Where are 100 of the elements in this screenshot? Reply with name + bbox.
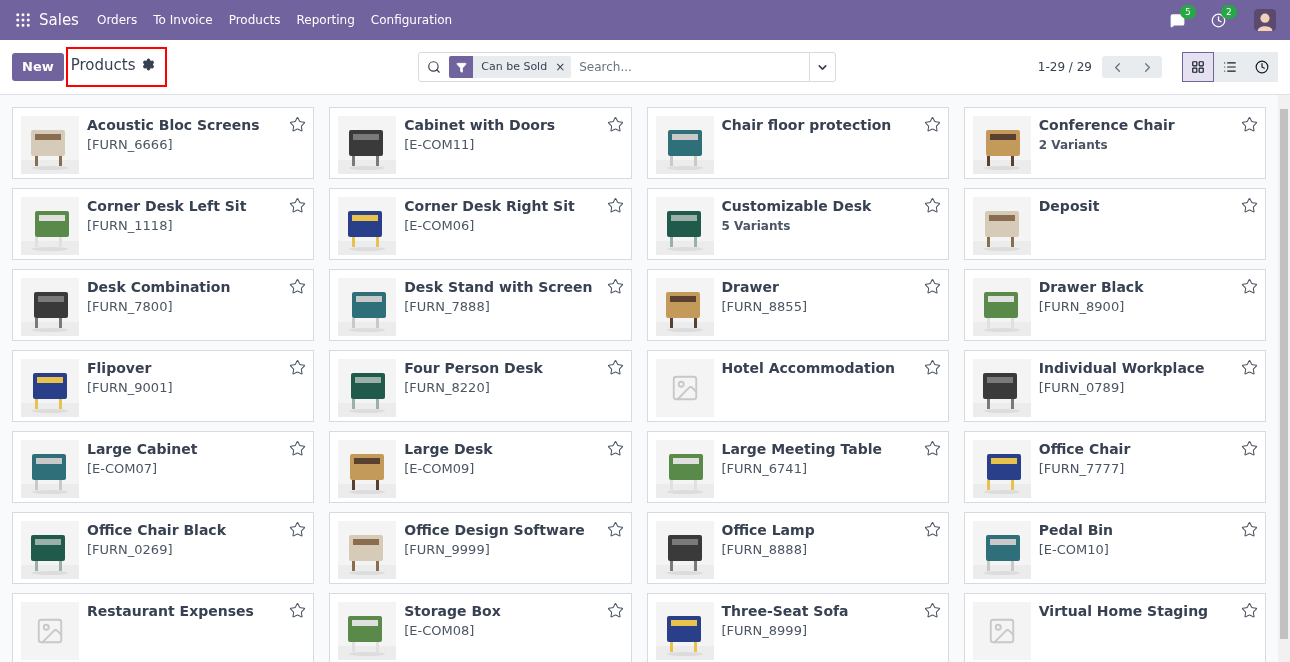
product-card[interactable]: Office Chair [FURN_7777]: [963, 431, 1266, 503]
product-card[interactable]: Deposit: [963, 188, 1266, 260]
product-reference: [E-COM07]: [87, 461, 159, 477]
search-bar[interactable]: Can be Sold × Search...: [418, 52, 837, 82]
star-icon[interactable]: [923, 359, 941, 376]
menu-item[interactable]: Orders: [96, 11, 138, 29]
product-name: Corner Desk Left Sit: [87, 197, 247, 215]
star-icon[interactable]: [606, 602, 624, 619]
app-name[interactable]: Sales: [39, 8, 79, 32]
product-card[interactable]: Cabinet with Doors [E-COM11]: [329, 107, 632, 179]
star-icon[interactable]: [606, 521, 624, 538]
remove-filter-button[interactable]: ×: [555, 58, 572, 76]
product-name: Acoustic Bloc Screens: [87, 116, 260, 134]
product-card[interactable]: Drawer [FURN_8855]: [646, 269, 949, 341]
star-icon[interactable]: [1241, 278, 1258, 295]
product-card[interactable]: Three-Seat Sofa [FURN_8999]: [646, 593, 949, 662]
activity-view-button[interactable]: [1246, 52, 1278, 82]
menu-item[interactable]: Products: [228, 11, 281, 29]
product-reference: [FURN_7888]: [404, 299, 491, 315]
star-icon[interactable]: [923, 197, 941, 214]
star-icon[interactable]: [923, 440, 941, 457]
product-card[interactable]: Corner Desk Right Sit [E-COM06]: [329, 188, 632, 260]
product-card[interactable]: Pedal Bin [E-COM10]: [963, 512, 1266, 584]
activity-icon: [1255, 60, 1269, 74]
menu-item[interactable]: To Invoice: [153, 11, 213, 29]
product-name: Conference Chair: [1038, 116, 1175, 134]
star-icon[interactable]: [1241, 359, 1258, 376]
product-name: Cabinet with Doors: [404, 116, 556, 134]
star-icon[interactable]: [923, 278, 941, 295]
product-reference: [FURN_7800]: [87, 299, 174, 315]
pager-value[interactable]: 1-29 / 29: [1037, 58, 1092, 76]
product-reference: [FURN_7777]: [1038, 461, 1126, 477]
product-card[interactable]: Desk Stand with Screen [FURN_7888]: [329, 269, 632, 341]
product-name: Large Cabinet: [87, 440, 198, 458]
product-card[interactable]: Large Meeting Table [FURN_6741]: [646, 431, 949, 503]
star-icon[interactable]: [1241, 116, 1258, 133]
kanban-view-button[interactable]: [1182, 52, 1214, 82]
activity-icon[interactable]: [1211, 12, 1226, 28]
search-input[interactable]: Search...: [571, 58, 810, 76]
product-card[interactable]: Office Chair Black [FURN_0269]: [12, 512, 315, 584]
product-reference: [FURN_8855]: [721, 299, 807, 315]
product-card[interactable]: Storage Box [E-COM08]: [329, 593, 632, 662]
product-name: Pedal Bin: [1038, 521, 1114, 539]
product-card[interactable]: Four Person Desk [FURN_8220]: [329, 350, 632, 422]
product-card[interactable]: Restaurant Expenses: [12, 593, 315, 662]
star-icon[interactable]: [1241, 521, 1258, 538]
product-card[interactable]: Hotel Accommodation: [646, 350, 949, 422]
product-card[interactable]: Flipover [FURN_9001]: [12, 350, 315, 422]
star-icon[interactable]: [606, 278, 624, 295]
product-card[interactable]: Desk Combination [FURN_7800]: [12, 269, 315, 341]
avatar-icon[interactable]: [1254, 9, 1276, 31]
star-icon[interactable]: [923, 521, 941, 538]
star-icon[interactable]: [606, 440, 624, 457]
product-card[interactable]: Individual Workplace [FURN_0789]: [963, 350, 1266, 422]
scrollbar[interactable]: [1278, 95, 1290, 662]
product-card[interactable]: Office Lamp [FURN_8888]: [646, 512, 949, 584]
product-card[interactable]: Large Desk [E-COM09]: [329, 431, 632, 503]
product-reference: [E-COM09]: [404, 461, 476, 477]
star-icon[interactable]: [289, 359, 307, 376]
product-card[interactable]: Office Design Software [FURN_9999]: [329, 512, 632, 584]
new-button[interactable]: New: [12, 53, 64, 81]
product-name: Office Chair Black: [87, 521, 226, 539]
settings-icon[interactable]: [141, 58, 155, 71]
star-icon[interactable]: [289, 440, 307, 457]
star-icon[interactable]: [289, 602, 307, 619]
star-icon[interactable]: [606, 197, 624, 214]
star-icon[interactable]: [923, 116, 941, 133]
apps-menu-icon[interactable]: [14, 11, 32, 29]
product-reference: [FURN_8999]: [721, 623, 808, 639]
product-reference: [FURN_9999]: [404, 542, 491, 558]
list-icon: [1223, 60, 1237, 74]
star-icon[interactable]: [289, 521, 307, 538]
product-card[interactable]: Customizable Desk 5 Variants: [646, 188, 949, 260]
menu-item[interactable]: Configuration: [370, 11, 453, 29]
product-card[interactable]: Drawer Black [FURN_8900]: [963, 269, 1266, 341]
product-name: Hotel Accommodation: [721, 359, 896, 377]
product-name: Corner Desk Right Sit: [404, 197, 575, 215]
product-name: Individual Workplace: [1038, 359, 1205, 377]
product-card[interactable]: Chair floor protection: [646, 107, 949, 179]
star-icon[interactable]: [289, 116, 307, 133]
star-icon[interactable]: [1241, 602, 1258, 619]
kanban-icon: [1191, 60, 1205, 74]
star-icon[interactable]: [606, 359, 624, 376]
star-icon[interactable]: [923, 602, 941, 619]
search-icon[interactable]: [427, 60, 442, 74]
product-reference: [FURN_6741]: [721, 461, 808, 477]
star-icon[interactable]: [1241, 440, 1258, 457]
product-reference: [FURN_1118]: [87, 218, 174, 234]
product-name: Large Desk: [404, 440, 493, 458]
product-card[interactable]: Conference Chair 2 Variants: [963, 107, 1266, 179]
star-icon[interactable]: [289, 197, 307, 214]
product-card[interactable]: Corner Desk Left Sit [FURN_1118]: [12, 188, 315, 260]
star-icon[interactable]: [289, 278, 307, 295]
chat-icon[interactable]: [1170, 12, 1185, 28]
product-card[interactable]: Acoustic Bloc Screens [FURN_6666]: [12, 107, 315, 179]
product-card[interactable]: Virtual Home Staging: [963, 593, 1266, 662]
star-icon[interactable]: [606, 116, 624, 133]
product-card[interactable]: Large Cabinet [E-COM07]: [12, 431, 315, 503]
menu-item[interactable]: Reporting: [296, 11, 355, 29]
star-icon[interactable]: [1241, 197, 1258, 214]
